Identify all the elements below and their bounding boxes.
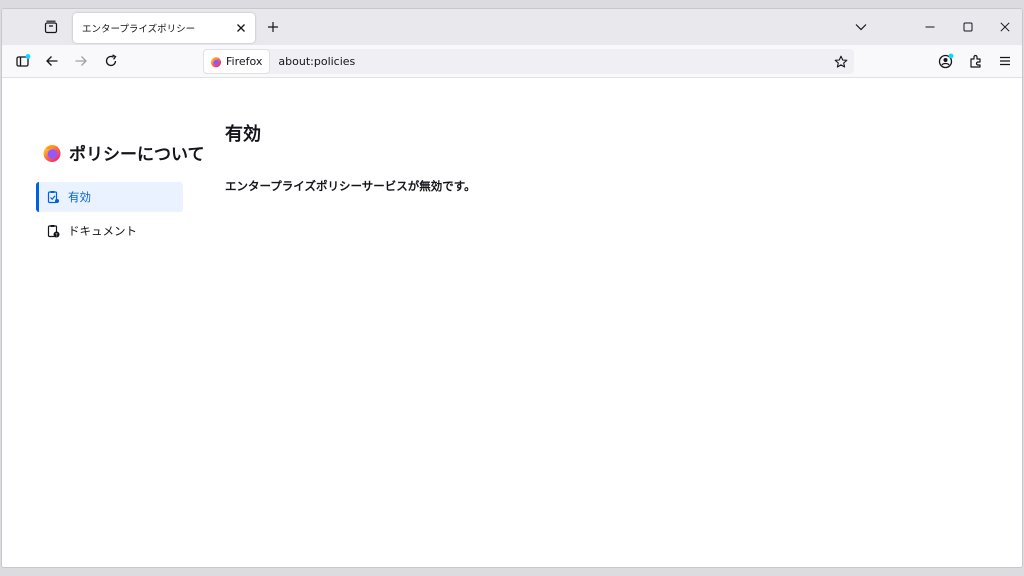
close-window-button[interactable] [987,9,1022,45]
nav-bar: Firefox about:policies [2,45,1022,78]
firefox-view-button[interactable] [38,15,64,39]
new-tab-button[interactable] [262,16,284,38]
forward-button[interactable] [69,49,93,73]
sidebar-item-label: ドキュメント [68,224,137,238]
tab-close-button[interactable] [231,18,251,38]
hamburger-menu-icon [1000,56,1010,66]
firefox-view-icon [44,20,58,34]
bookmark-star-button[interactable] [830,51,852,73]
sidebar-item-label: 有効 [68,190,91,204]
tab-title: エンタープライズポリシー [82,24,196,35]
account-icon [938,53,954,69]
back-button[interactable] [40,49,64,73]
arrow-right-icon [75,56,87,66]
tab-enterprise-policies[interactable]: エンタープライズポリシー [73,13,255,43]
sidebar-icon [16,54,31,67]
documentation-icon: ? [47,225,60,238]
reload-button[interactable] [99,49,123,73]
chevron-down-icon [855,24,867,31]
minimize-icon [925,26,935,28]
firefox-logo-icon [43,144,61,162]
policies-active-icon [47,191,59,204]
sidebar-title: ポリシーについて [69,145,205,165]
close-icon [1000,22,1010,32]
maximize-button[interactable] [950,9,986,45]
identity-box[interactable]: Firefox [203,49,271,74]
sidebar-brand: ポリシーについて [42,140,205,165]
sidebar-item-active-policies[interactable]: 有効 [36,182,183,212]
close-icon [237,24,245,32]
puzzle-piece-icon [970,54,981,68]
identity-label: Firefox [226,55,263,68]
account-button[interactable] [934,49,958,73]
sidebar-toggle-button[interactable] [11,49,35,73]
extensions-button[interactable] [964,49,988,73]
plus-icon [268,22,278,32]
url-bar[interactable]: Firefox about:policies [203,49,854,74]
app-menu-button[interactable] [993,49,1017,73]
sidebar-item-documentation[interactable]: ? ドキュメント [36,216,183,246]
star-icon [834,55,848,68]
reload-icon [105,54,117,67]
arrow-left-icon [46,56,58,66]
page-title: 有効 [225,124,261,145]
page-content: ポリシーについて 有効 ? ドキュメント 有効 エンタープライズポリシーサービス… [2,78,1022,567]
status-message: エンタープライズポリシーサービスが無効です。 [225,179,476,193]
browser-window: エンタープライズポリシー Firefox about:policies ポリシー… [1,8,1023,568]
firefox-logo-icon [210,56,222,67]
minimize-button[interactable] [912,9,948,45]
tab-strip: エンタープライズポリシー [2,9,1022,45]
list-all-tabs-button[interactable] [850,16,872,38]
maximize-icon [963,22,973,32]
url-input[interactable]: about:policies [278,55,830,68]
